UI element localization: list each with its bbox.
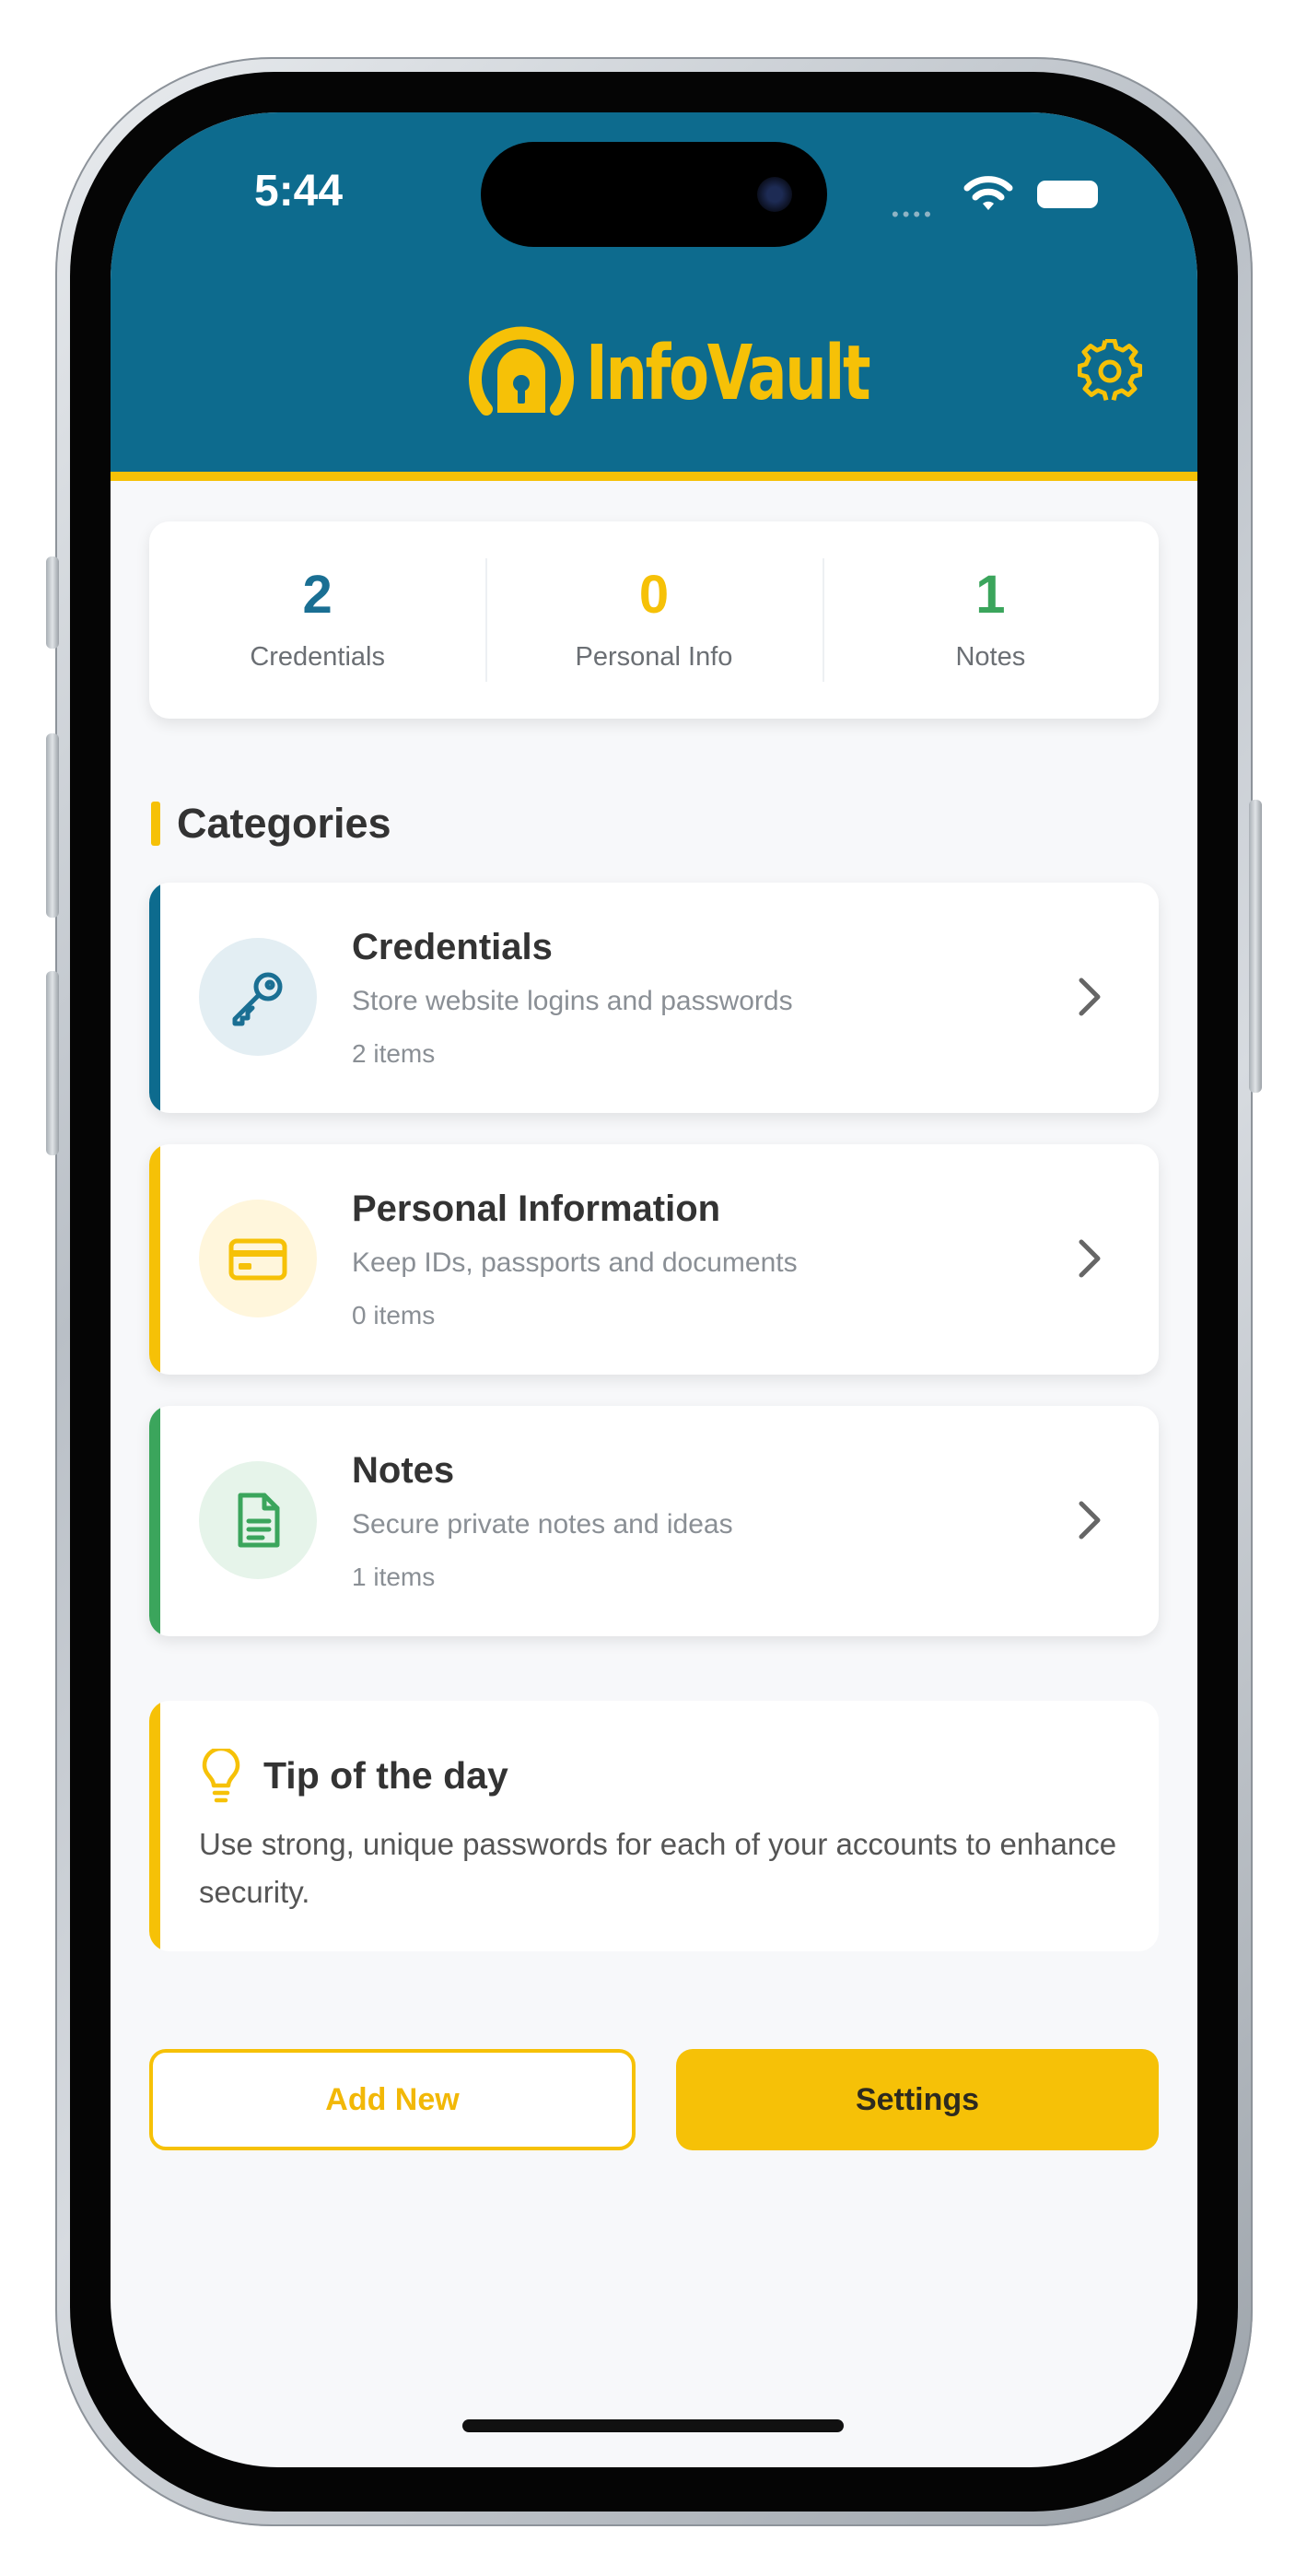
volume-down-button bbox=[46, 971, 59, 1155]
volume-up-button bbox=[46, 733, 59, 918]
chevron-right-icon bbox=[1079, 978, 1101, 1016]
category-card-credentials[interactable]: Credentials Store website logins and pas… bbox=[149, 883, 1159, 1113]
stat-value: 2 bbox=[302, 564, 333, 625]
tip-title: Tip of the day bbox=[263, 1754, 508, 1797]
category-description: Secure private notes and ideas bbox=[352, 1509, 733, 1540]
silent-switch bbox=[46, 556, 59, 649]
card-accent bbox=[149, 883, 160, 1113]
settings-button[interactable]: Settings bbox=[676, 2049, 1159, 2150]
padlock-logo-icon bbox=[469, 326, 574, 416]
status-time: 5:44 bbox=[254, 167, 344, 216]
tip-text: Use strong, unique passwords for each of… bbox=[199, 1827, 1117, 1909]
category-count: 1 items bbox=[352, 1563, 436, 1591]
id-card-icon bbox=[199, 1200, 317, 1317]
category-description: Keep IDs, passports and documents bbox=[352, 1247, 798, 1278]
stat-personal-info: 0 Personal Info bbox=[485, 521, 822, 719]
categories-heading: Categories bbox=[151, 796, 391, 851]
document-icon bbox=[199, 1461, 317, 1579]
category-card-personal-information[interactable]: Personal Information Keep IDs, passports… bbox=[149, 1144, 1159, 1375]
stats-summary-card: 2 Credentials 0 Personal Info 1 Notes bbox=[149, 521, 1159, 719]
stat-label: Personal Info bbox=[575, 641, 733, 672]
signal-icon: •••• bbox=[892, 203, 935, 226]
power-button bbox=[1249, 800, 1262, 1093]
camera-icon bbox=[757, 177, 792, 212]
tip-of-the-day-card: Tip of the day Use strong, unique passwo… bbox=[149, 1701, 1159, 1951]
card-accent bbox=[149, 1144, 160, 1375]
stat-value: 1 bbox=[975, 564, 1006, 625]
add-new-button[interactable]: Add New bbox=[149, 2049, 636, 2150]
stat-credentials: 2 Credentials bbox=[149, 521, 485, 719]
category-title: Credentials bbox=[352, 927, 553, 967]
category-count: 0 items bbox=[352, 1301, 436, 1329]
category-description: Store website logins and passwords bbox=[352, 986, 793, 1016]
category-count: 2 items bbox=[352, 1039, 436, 1068]
app-logo: InfoVault bbox=[461, 313, 949, 433]
app-header: 5:44 •••• InfoVault bbox=[111, 112, 1197, 481]
screen: 5:44 •••• InfoVault 2 Credentials 0 Pers… bbox=[111, 112, 1197, 2467]
gear-icon[interactable] bbox=[1078, 339, 1142, 404]
app-title: InfoVault bbox=[586, 329, 871, 417]
stat-label: Credentials bbox=[250, 641, 385, 672]
category-title: Personal Information bbox=[352, 1188, 721, 1229]
card-accent bbox=[149, 1406, 160, 1636]
category-title: Notes bbox=[352, 1450, 455, 1491]
card-accent bbox=[149, 1701, 160, 1951]
chevron-right-icon bbox=[1079, 1239, 1101, 1278]
wifi-icon bbox=[963, 176, 1013, 210]
chevron-right-icon bbox=[1079, 1501, 1101, 1540]
category-card-notes[interactable]: Notes Secure private notes and ideas 1 i… bbox=[149, 1406, 1159, 1636]
stat-notes: 1 Notes bbox=[822, 521, 1159, 719]
stat-label: Notes bbox=[955, 641, 1026, 672]
battery-icon bbox=[1037, 181, 1098, 208]
home-indicator[interactable] bbox=[462, 2419, 844, 2432]
lightbulb-icon bbox=[202, 1749, 240, 1803]
dynamic-island bbox=[481, 142, 827, 247]
stat-value: 0 bbox=[638, 564, 670, 625]
key-icon bbox=[199, 938, 317, 1056]
